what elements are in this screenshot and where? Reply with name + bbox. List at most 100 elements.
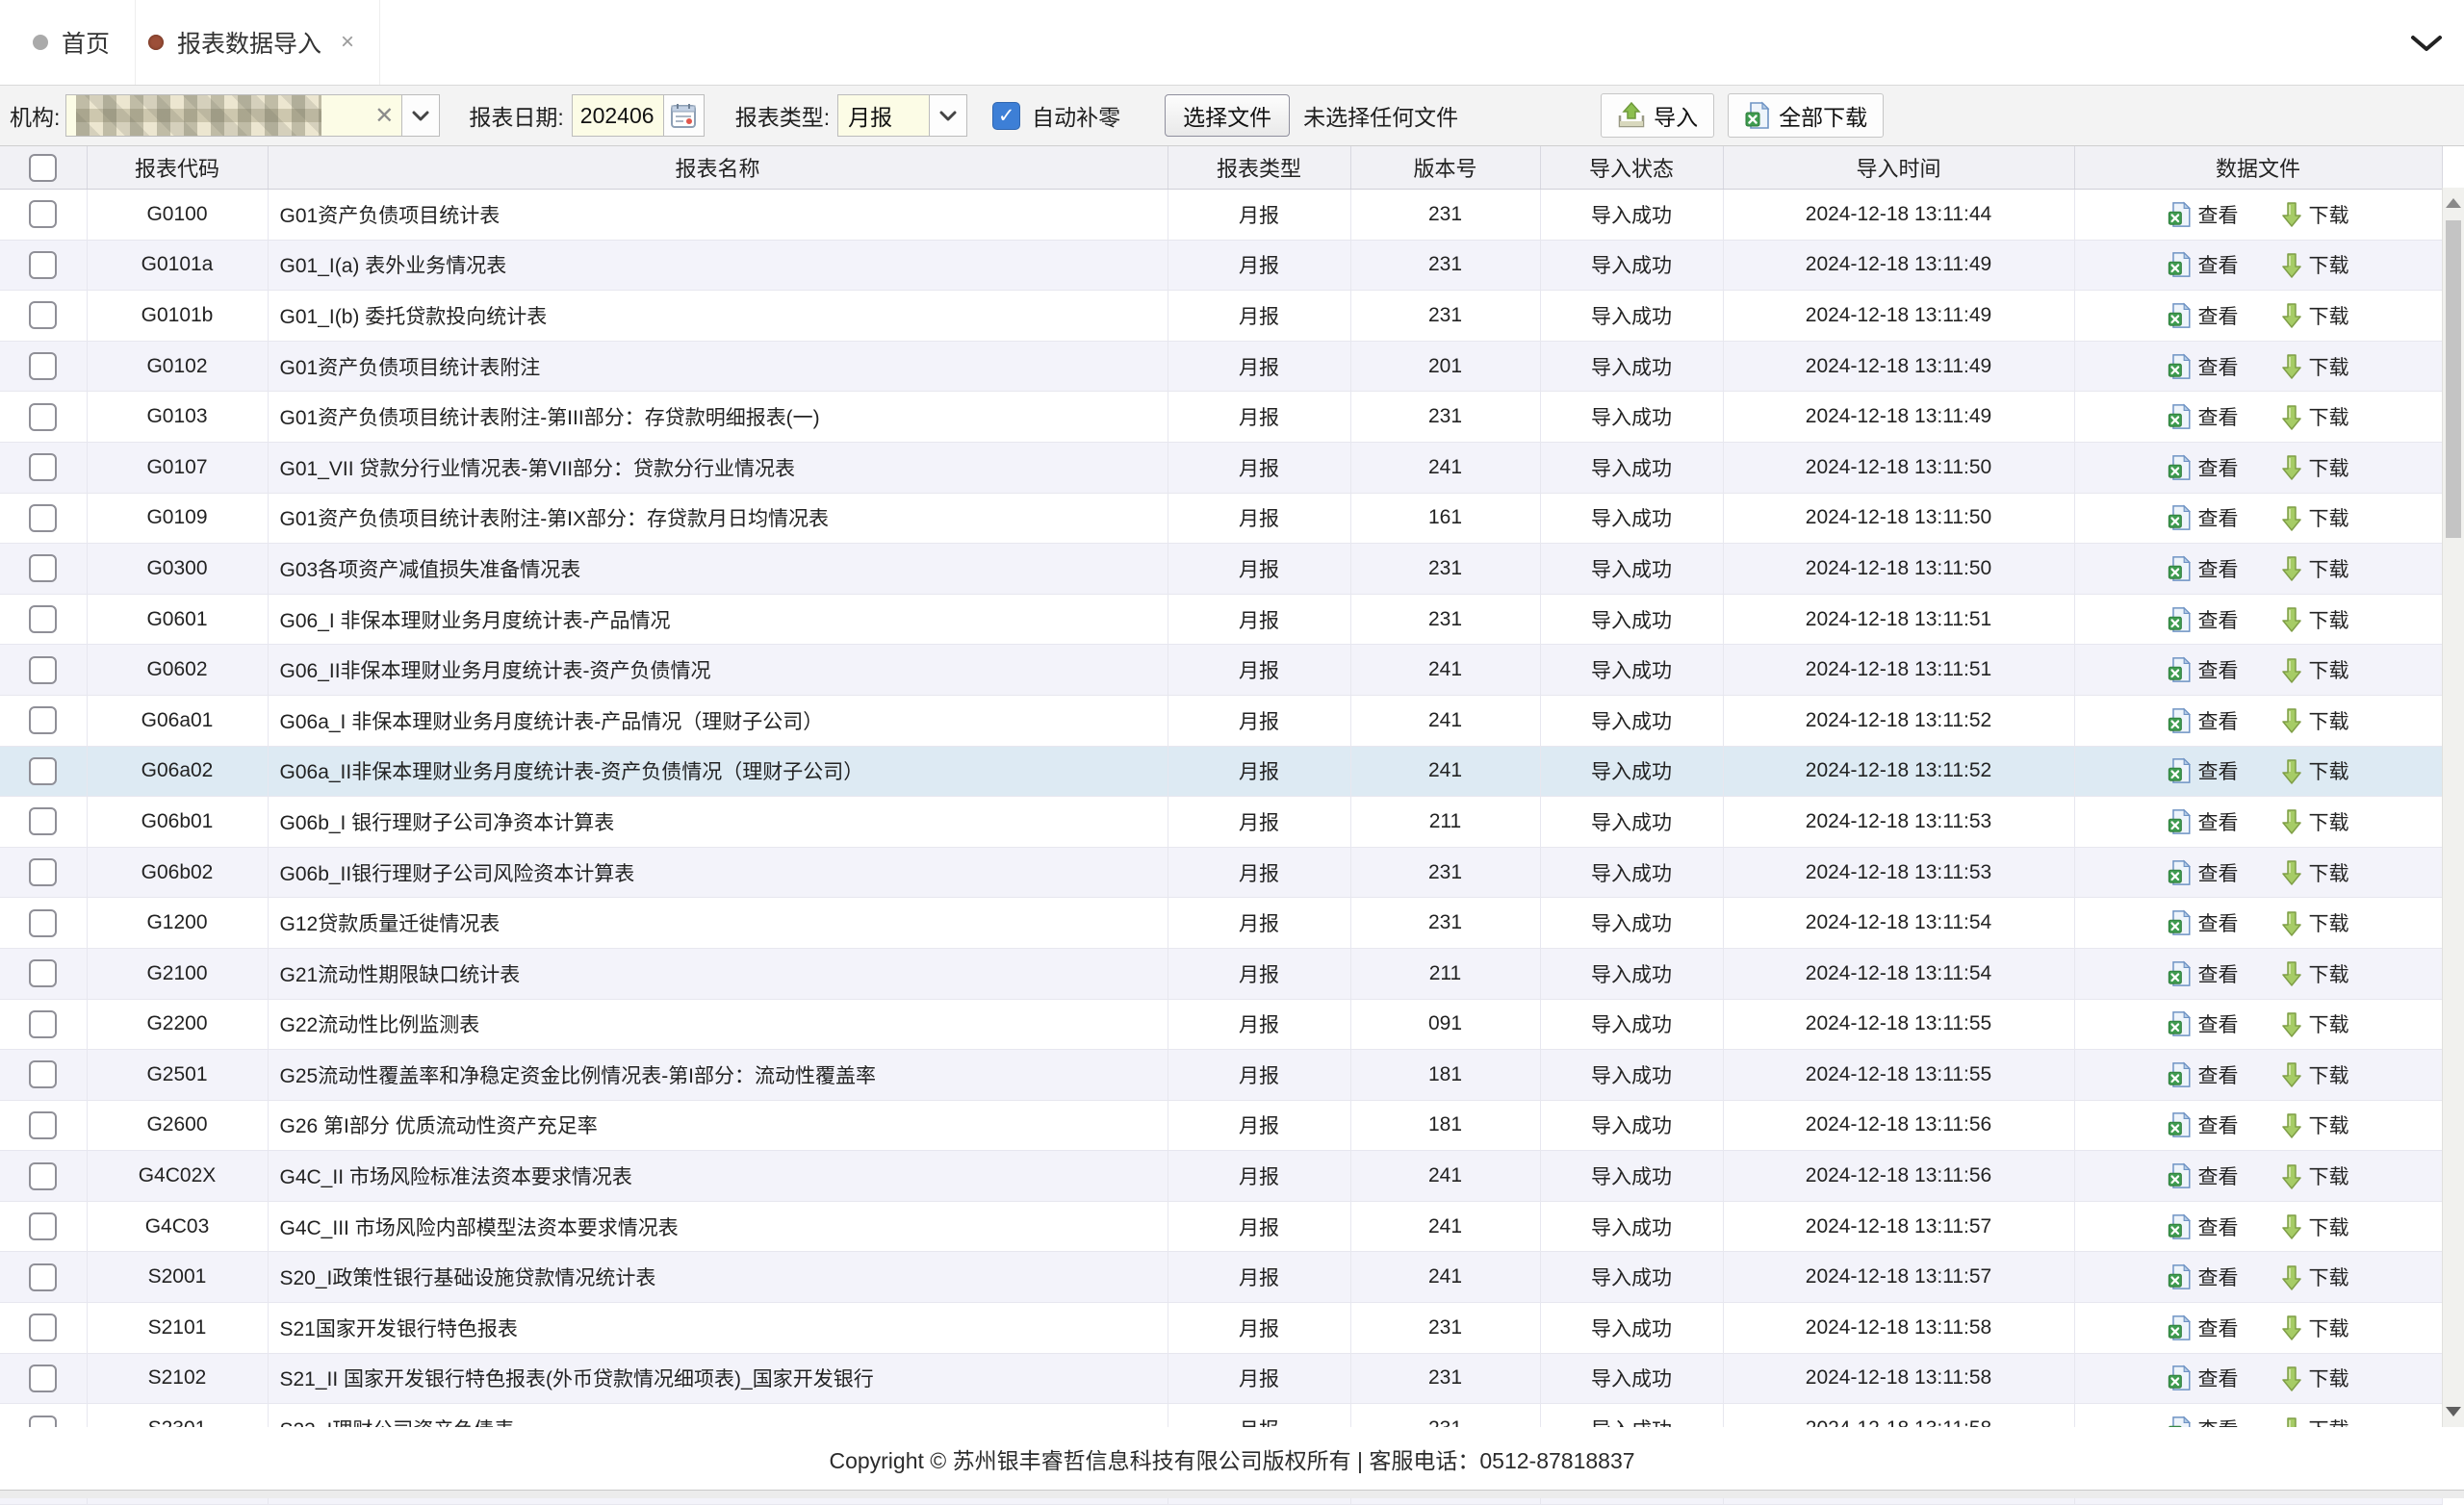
download-link[interactable]: 下载 bbox=[2281, 858, 2349, 887]
view-link[interactable]: 查看 bbox=[2168, 807, 2239, 836]
type-select-value[interactable]: 月报 bbox=[837, 94, 930, 137]
view-link[interactable]: 查看 bbox=[2168, 1364, 2239, 1392]
download-link[interactable]: 下载 bbox=[2281, 908, 2349, 937]
select-all-checkbox[interactable] bbox=[29, 154, 57, 182]
row-checkbox[interactable] bbox=[29, 1111, 57, 1139]
row-checkbox[interactable] bbox=[29, 959, 57, 987]
row-checkbox[interactable] bbox=[29, 200, 57, 228]
org-clear-icon[interactable]: ✕ bbox=[374, 102, 394, 130]
table-row[interactable]: G0107G01_VII 贷款分行业情况表-第VII部分：贷款分行业情况表月报2… bbox=[0, 442, 2442, 493]
table-row[interactable]: G2501G25流动性覆盖率和净稳定资金比例情况表-第I部分：流动性覆盖率月报1… bbox=[0, 1050, 2442, 1101]
table-row[interactable]: G0101bG01_I(b) 委托贷款投向统计表月报231导入成功2024-12… bbox=[0, 291, 2442, 342]
download-link[interactable]: 下载 bbox=[2281, 1009, 2349, 1038]
table-row[interactable]: G06a01G06a_I 非保本理财业务月度统计表-产品情况（理财子公司）月报2… bbox=[0, 695, 2442, 746]
table-row[interactable]: S2101S21国家开发银行特色报表月报231导入成功2024-12-18 13… bbox=[0, 1303, 2442, 1354]
view-link[interactable]: 查看 bbox=[2168, 554, 2239, 583]
row-checkbox[interactable] bbox=[29, 656, 57, 684]
download-link[interactable]: 下载 bbox=[2281, 706, 2349, 735]
download-link[interactable]: 下载 bbox=[2281, 503, 2349, 532]
table-row[interactable]: G1200G12贷款质量迁徙情况表月报231导入成功2024-12-18 13:… bbox=[0, 898, 2442, 949]
view-link[interactable]: 查看 bbox=[2168, 250, 2239, 279]
download-link[interactable]: 下载 bbox=[2281, 554, 2349, 583]
view-link[interactable]: 查看 bbox=[2168, 1263, 2239, 1291]
row-checkbox[interactable] bbox=[29, 1010, 57, 1038]
row-checkbox[interactable] bbox=[29, 858, 57, 886]
table-row[interactable]: G2100G21流动性期限缺口统计表月报211导入成功2024-12-18 13… bbox=[0, 948, 2442, 999]
table-row[interactable]: G06b02G06b_II银行理财子公司风险资本计算表月报231导入成功2024… bbox=[0, 847, 2442, 898]
calendar-button[interactable] bbox=[664, 94, 705, 137]
tab-list-chevron-down-icon[interactable] bbox=[2410, 35, 2443, 52]
download-link[interactable]: 下载 bbox=[2281, 1263, 2349, 1291]
row-checkbox[interactable] bbox=[29, 453, 57, 481]
type-dropdown-button[interactable] bbox=[930, 94, 967, 137]
view-link[interactable]: 查看 bbox=[2168, 1314, 2239, 1342]
view-link[interactable]: 查看 bbox=[2168, 1161, 2239, 1190]
row-checkbox[interactable] bbox=[29, 1060, 57, 1088]
table-row[interactable]: G0300G03各项资产减值损失准备情况表月报231导入成功2024-12-18… bbox=[0, 544, 2442, 595]
table-row[interactable]: G0602G06_II非保本理财业务月度统计表-资产负债情况月报241导入成功2… bbox=[0, 645, 2442, 696]
download-link[interactable]: 下载 bbox=[2281, 301, 2349, 330]
view-link[interactable]: 查看 bbox=[2168, 352, 2239, 381]
row-checkbox[interactable] bbox=[29, 909, 57, 937]
download-link[interactable]: 下载 bbox=[2281, 453, 2349, 482]
view-link[interactable]: 查看 bbox=[2168, 200, 2239, 229]
row-checkbox[interactable] bbox=[29, 251, 57, 279]
download-link[interactable]: 下载 bbox=[2281, 959, 2349, 988]
view-link[interactable]: 查看 bbox=[2168, 706, 2239, 735]
row-checkbox[interactable] bbox=[29, 1162, 57, 1190]
view-link[interactable]: 查看 bbox=[2168, 1212, 2239, 1241]
row-checkbox[interactable] bbox=[29, 504, 57, 532]
choose-file-button[interactable]: 选择文件 bbox=[1165, 94, 1290, 137]
row-checkbox[interactable] bbox=[29, 352, 57, 380]
download-link[interactable]: 下载 bbox=[2281, 1314, 2349, 1342]
download-link[interactable]: 下载 bbox=[2281, 1161, 2349, 1190]
row-checkbox[interactable] bbox=[29, 706, 57, 734]
autofill-checkbox[interactable]: ✓ bbox=[992, 102, 1020, 130]
view-link[interactable]: 查看 bbox=[2168, 453, 2239, 482]
view-link[interactable]: 查看 bbox=[2168, 858, 2239, 887]
import-button[interactable]: 导入 bbox=[1601, 93, 1714, 138]
download-link[interactable]: 下载 bbox=[2281, 200, 2349, 229]
download-link[interactable]: 下载 bbox=[2281, 402, 2349, 431]
table-row[interactable]: G0100G01资产负债项目统计表月报231导入成功2024-12-18 13:… bbox=[0, 190, 2442, 241]
table-row[interactable]: G0103G01资产负债项目统计表附注-第III部分：存贷款明细报表(一)月报2… bbox=[0, 392, 2442, 443]
table-row[interactable]: S2001S20_I政策性银行基础设施贷款情况统计表月报241导入成功2024-… bbox=[0, 1252, 2442, 1303]
row-checkbox[interactable] bbox=[29, 554, 57, 582]
view-link[interactable]: 查看 bbox=[2168, 301, 2239, 330]
download-link[interactable]: 下载 bbox=[2281, 1060, 2349, 1089]
scrollbar-thumb[interactable] bbox=[2446, 220, 2461, 538]
table-row[interactable]: G2600G26 第I部分 优质流动性资产充足率月报181导入成功2024-12… bbox=[0, 1100, 2442, 1151]
view-link[interactable]: 查看 bbox=[2168, 908, 2239, 937]
view-link[interactable]: 查看 bbox=[2168, 605, 2239, 634]
view-link[interactable]: 查看 bbox=[2168, 655, 2239, 684]
scrollbar-up-button[interactable] bbox=[2443, 190, 2464, 217]
table-row[interactable]: S2102S21_II 国家开发银行特色报表(外币贷款情况细项表)_国家开发银行… bbox=[0, 1353, 2442, 1404]
download-link[interactable]: 下载 bbox=[2281, 352, 2349, 381]
row-checkbox[interactable] bbox=[29, 605, 57, 633]
tab-report-import[interactable]: 报表数据导入 × bbox=[123, 0, 380, 85]
row-checkbox[interactable] bbox=[29, 403, 57, 431]
table-row[interactable]: G2200G22流动性比例监测表月报091导入成功2024-12-18 13:1… bbox=[0, 999, 2442, 1050]
download-link[interactable]: 下载 bbox=[2281, 1110, 2349, 1139]
view-link[interactable]: 查看 bbox=[2168, 1009, 2239, 1038]
row-checkbox[interactable] bbox=[29, 1212, 57, 1240]
org-input[interactable]: ✕ bbox=[65, 94, 402, 137]
row-checkbox[interactable] bbox=[29, 1314, 57, 1341]
tab-close-icon[interactable]: × bbox=[341, 31, 354, 54]
table-row[interactable]: G06b01G06b_I 银行理财子公司净资本计算表月报211导入成功2024-… bbox=[0, 797, 2442, 848]
view-link[interactable]: 查看 bbox=[2168, 402, 2239, 431]
row-checkbox[interactable] bbox=[29, 807, 57, 835]
tab-home[interactable]: 首页 bbox=[8, 0, 136, 85]
row-checkbox[interactable] bbox=[29, 1263, 57, 1291]
table-row[interactable]: G0109G01资产负债项目统计表附注-第IX部分：存贷款月日均情况表月报161… bbox=[0, 493, 2442, 544]
table-row[interactable]: G4C03G4C_III 市场风险内部模型法资本要求情况表月报241导入成功20… bbox=[0, 1201, 2442, 1252]
view-link[interactable]: 查看 bbox=[2168, 756, 2239, 785]
table-row[interactable]: G0101aG01_I(a) 表外业务情况表月报231导入成功2024-12-1… bbox=[0, 240, 2442, 291]
scrollbar-down-button[interactable] bbox=[2443, 1398, 2464, 1425]
table-row[interactable]: G4C02XG4C_II 市场风险标准法资本要求情况表月报241导入成功2024… bbox=[0, 1151, 2442, 1202]
row-checkbox[interactable] bbox=[29, 1365, 57, 1392]
date-input[interactable]: 202406 bbox=[572, 94, 664, 137]
download-link[interactable]: 下载 bbox=[2281, 756, 2349, 785]
table-row[interactable]: G0601G06_I 非保本理财业务月度统计表-产品情况月报231导入成功202… bbox=[0, 594, 2442, 645]
download-all-button[interactable]: 全部下载 bbox=[1728, 93, 1884, 138]
